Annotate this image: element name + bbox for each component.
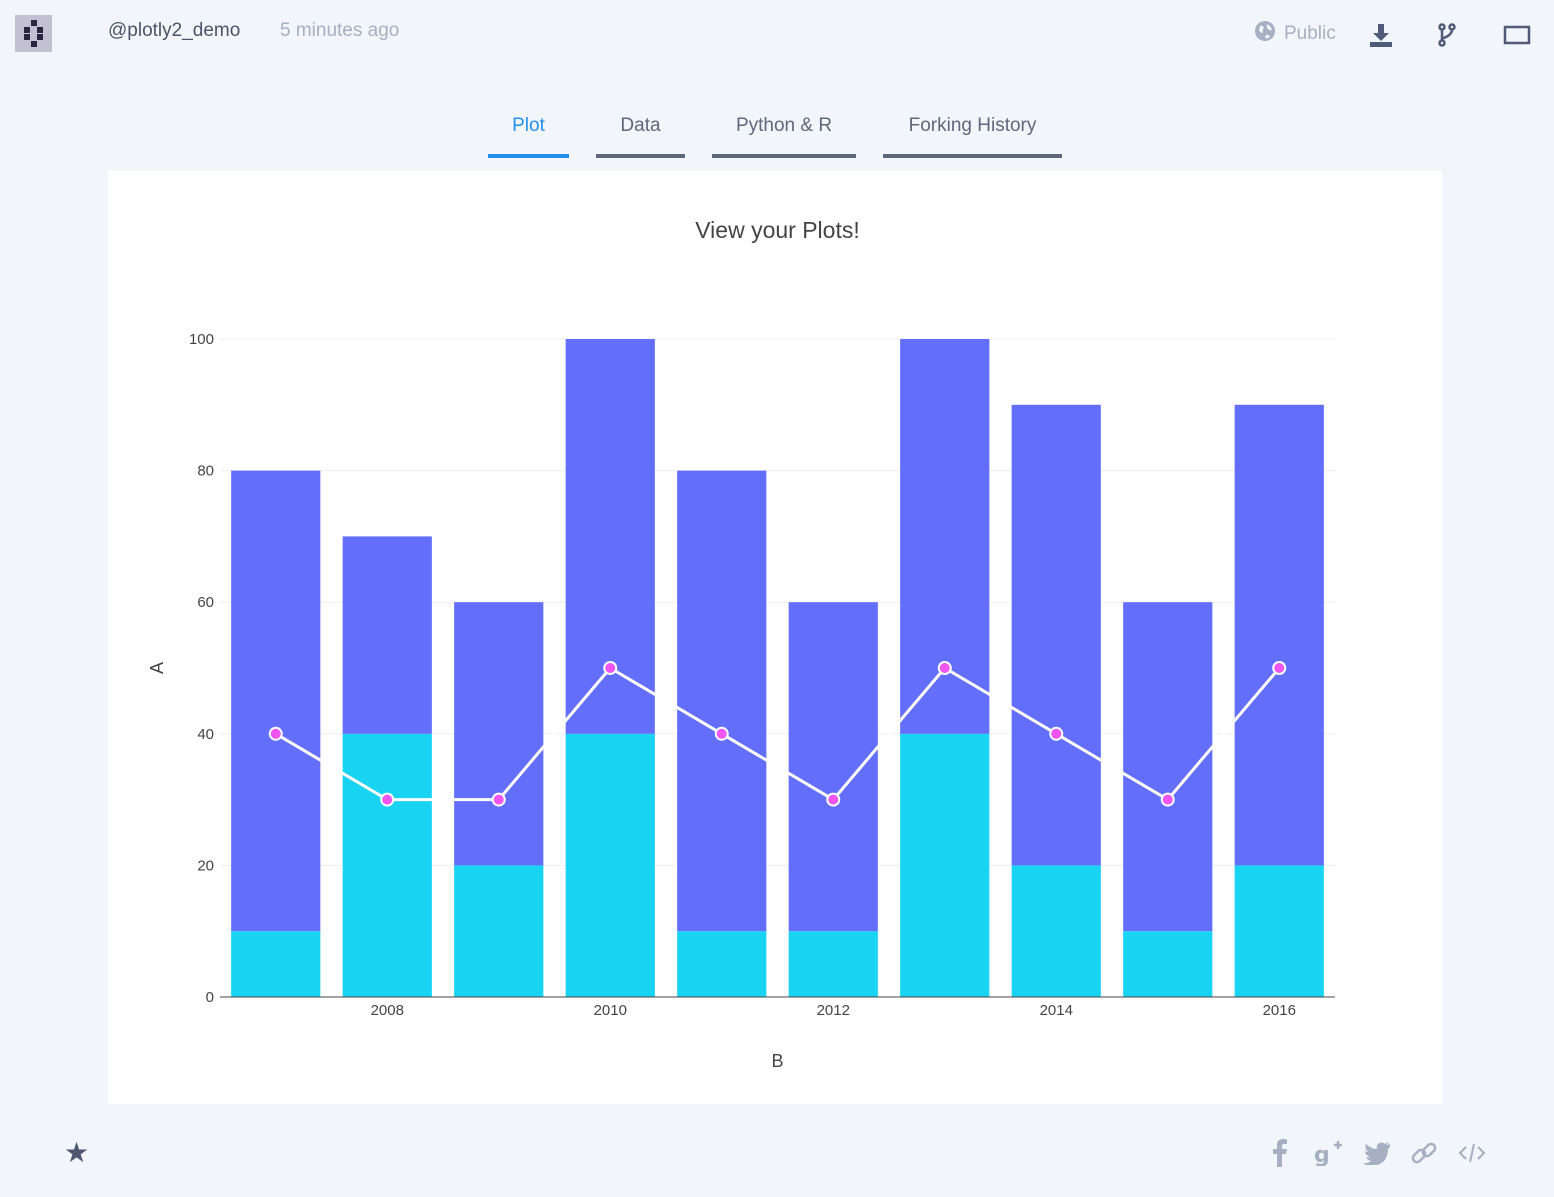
line-point [1160, 792, 1175, 807]
bar [1123, 602, 1213, 932]
bar [231, 931, 321, 997]
bar [677, 470, 767, 932]
bar [788, 602, 878, 932]
plotly-logo-icon[interactable] [15, 15, 52, 52]
bar [342, 733, 432, 997]
line-point [826, 792, 841, 807]
bar [231, 470, 321, 932]
fullscreen-icon[interactable] [1502, 20, 1532, 50]
download-icon[interactable] [1366, 20, 1396, 50]
line-point [714, 726, 729, 741]
bar [1011, 404, 1101, 866]
fork-icon[interactable] [1432, 20, 1462, 50]
embed-icon[interactable] [1457, 1138, 1487, 1168]
x-tick-label: 2010 [594, 1002, 627, 1019]
line-point [1272, 661, 1287, 675]
y-tick-label: 40 [197, 726, 214, 743]
bar [788, 931, 878, 997]
y-tick-label: 60 [197, 594, 214, 611]
chart[interactable]: View your Plots! 0 20 40 60 80 100 2008 2010 2012… [108, 171, 1442, 1104]
x-tick-label: 2014 [1040, 1002, 1073, 1019]
svg-text:g: g [1314, 1143, 1330, 1166]
bar [454, 865, 544, 997]
star-icon[interactable]: ★ [64, 1136, 89, 1169]
facebook-icon[interactable] [1266, 1138, 1294, 1168]
y-tick-label: 0 [206, 989, 214, 1006]
bar [1011, 865, 1101, 997]
line-point [937, 661, 952, 675]
chart-card: View your Plots! 0 20 40 60 80 100 2008 2010 2012… [108, 171, 1442, 1104]
y-tick-label: 80 [197, 463, 214, 480]
x-tick-label: 2016 [1263, 1002, 1296, 1019]
username-link[interactable]: @plotly2_demo [108, 20, 240, 42]
link-icon[interactable] [1409, 1138, 1439, 1168]
line-point [1049, 726, 1064, 741]
x-tick-label: 2012 [817, 1002, 850, 1019]
bar [1234, 865, 1324, 997]
line-point [268, 726, 283, 741]
tab-plot[interactable]: Plot [488, 108, 569, 158]
bar [342, 536, 432, 734]
tab-forking-history[interactable]: Forking History [883, 108, 1062, 158]
x-tick-label: 2008 [371, 1002, 404, 1019]
line-point [491, 792, 506, 807]
google-plus-icon[interactable]: g [1312, 1138, 1346, 1168]
bar [900, 733, 990, 997]
line-point [603, 661, 618, 675]
bar [1123, 931, 1213, 997]
visibility-status[interactable]: Public [1254, 20, 1336, 48]
bar [1234, 404, 1324, 866]
tab-bar: Plot Data Python & R Forking History [0, 108, 1554, 158]
visibility-label: Public [1284, 23, 1336, 44]
y-tick-label: 20 [197, 857, 214, 874]
top-bar: @plotly2_demo 5 minutes ago Public [0, 0, 1554, 70]
y-tick-label: 100 [189, 331, 214, 348]
twitter-icon[interactable] [1361, 1138, 1393, 1168]
bar [565, 733, 655, 997]
bar [677, 931, 767, 997]
x-axis-label: B [771, 1051, 783, 1071]
tab-data[interactable]: Data [596, 108, 685, 158]
y-axis-label: A [147, 662, 167, 674]
timestamp: 5 minutes ago [280, 20, 400, 41]
chart-title: View your Plots! [695, 217, 859, 243]
tab-python-r[interactable]: Python & R [712, 108, 856, 158]
bar [454, 602, 544, 866]
line-point [380, 792, 395, 807]
globe-icon [1254, 20, 1276, 48]
